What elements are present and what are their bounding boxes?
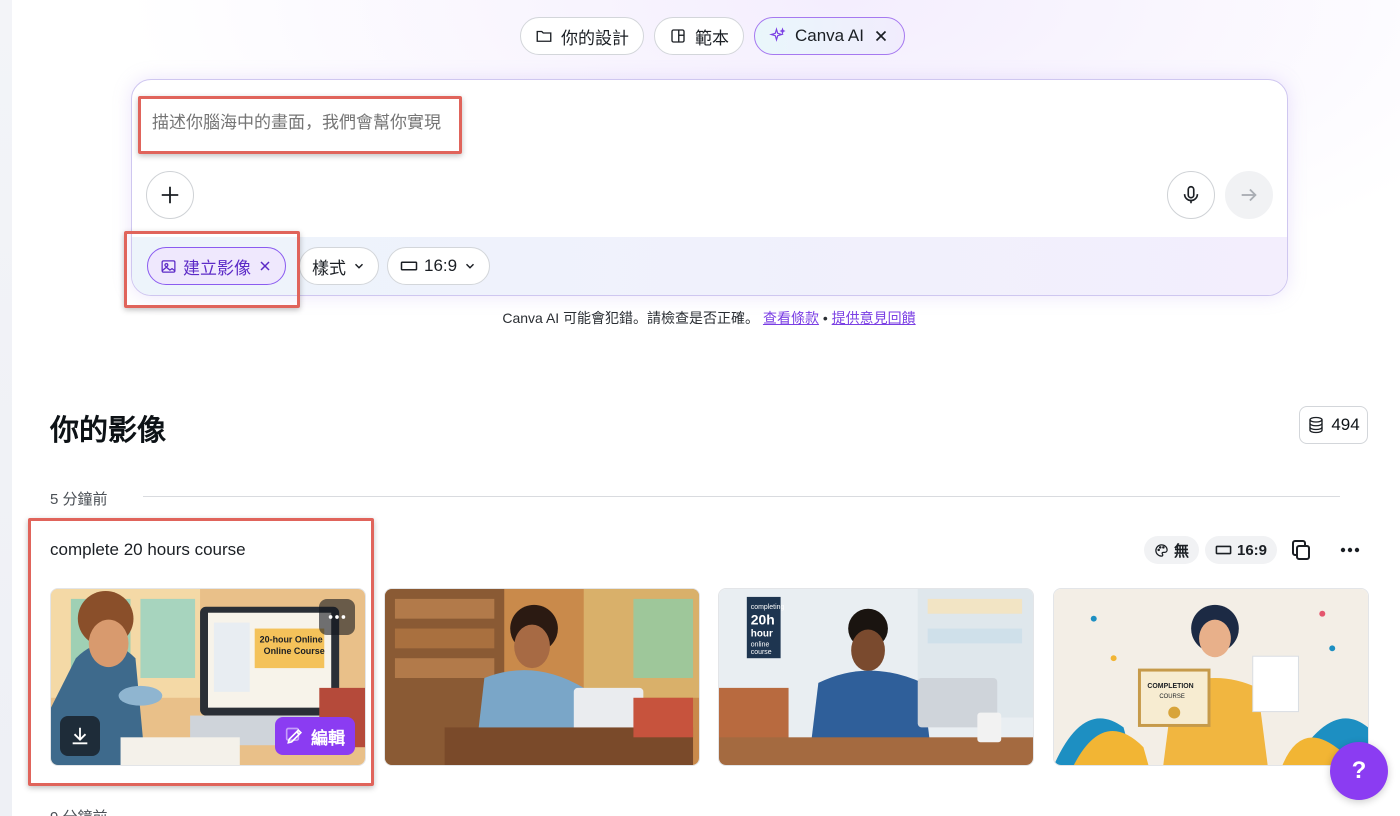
folder-icon (536, 30, 552, 42)
prompt-input[interactable] (152, 113, 852, 133)
tab-canva-ai-label: Canva AI (795, 26, 864, 45)
coins-icon (1309, 416, 1323, 434)
svg-text:COMPLETION: COMPLETION (1147, 683, 1193, 690)
disclaimer: Canva AI 可能會犯錯。請檢查是否正確。 查看條款 • 提供意見回饋 (0, 308, 1400, 328)
result-prompt-text: complete 20 hours course (50, 540, 246, 559)
style-dropdown[interactable]: 樣式 (299, 247, 379, 285)
ratio-badge: 16:9 (1205, 536, 1278, 564)
credits-count: 494 (1331, 415, 1360, 434)
download-icon (72, 727, 88, 745)
svg-text:course: course (751, 649, 772, 656)
terms-link[interactable]: 查看條款 (763, 310, 819, 326)
credits-badge[interactable]: 494 (1299, 406, 1368, 444)
result-image-1[interactable]: 20-hour Online Online Course 編輯 (50, 588, 366, 766)
chevron-down-icon (354, 263, 364, 269)
svg-text:online: online (751, 641, 770, 648)
copy-icon (1292, 540, 1310, 560)
close-icon[interactable] (257, 258, 273, 274)
style-label: 樣式 (312, 258, 346, 278)
divider (143, 496, 1340, 497)
edit-button[interactable]: 編輯 (275, 717, 355, 755)
time-label: 5 分鐘前 (50, 491, 108, 508)
template-icon (671, 29, 685, 43)
aspect-ratio-icon (400, 261, 418, 271)
svg-text:Online Course: Online Course (264, 646, 325, 656)
style-badge-label: 無 (1174, 542, 1190, 560)
tab-templates-label: 範本 (695, 28, 729, 48)
svg-text:completing: completing (751, 604, 785, 611)
create-image-label: 建立影像 (183, 258, 251, 278)
result-image-3[interactable]: completing 20h hour online course (718, 588, 1034, 766)
download-button[interactable] (60, 716, 100, 756)
woman-studying-illustration (385, 589, 699, 765)
disclaimer-separator: • (822, 310, 828, 326)
result-image-4[interactable]: COMPLETION COURSE (1053, 588, 1369, 766)
woman-certificate-illustration: COMPLETION COURSE (1054, 589, 1368, 765)
add-button[interactable] (146, 171, 194, 219)
pencil-icon (285, 727, 303, 744)
plus-icon (161, 186, 179, 204)
send-button[interactable] (1225, 171, 1273, 219)
left-edge (0, 0, 12, 816)
edit-label: 編輯 (311, 728, 345, 748)
ratio-badge-label: 16:9 (1237, 541, 1268, 559)
disclaimer-text: Canva AI 可能會犯錯。請檢查是否正確。 (502, 310, 760, 326)
image-icon (161, 259, 176, 273)
aspect-ratio-icon (1215, 545, 1232, 555)
ratio-dropdown[interactable]: 16:9 (387, 247, 491, 285)
copy-prompt-button[interactable] (1285, 534, 1317, 566)
microphone-icon (1183, 185, 1199, 204)
more-horizontal-icon (1340, 547, 1360, 553)
feedback-link[interactable]: 提供意見回饋 (832, 310, 916, 326)
next-time-label: 9 分鐘前 (50, 806, 108, 816)
more-horizontal-icon (328, 615, 346, 619)
svg-text:hour: hour (751, 628, 773, 639)
prompt-options-bar: 建立影像 樣式 16:9 (132, 237, 1287, 295)
palette-icon (1155, 543, 1168, 557)
svg-text:COURSE: COURSE (1159, 694, 1185, 700)
style-badge: 無 (1144, 536, 1200, 564)
tab-templates[interactable]: 範本 (654, 17, 744, 55)
sparkle-icon (769, 27, 786, 42)
image-more-button[interactable] (319, 599, 355, 635)
svg-text:20-hour Online: 20-hour Online (260, 634, 323, 644)
close-icon[interactable] (872, 27, 890, 45)
create-image-chip[interactable]: 建立影像 (147, 247, 286, 285)
more-options-button[interactable] (1334, 534, 1366, 566)
ratio-label: 16:9 (424, 256, 458, 275)
prompt-card: 建立影像 樣式 16:9 (131, 79, 1288, 296)
tab-canva-ai[interactable]: Canva AI (754, 17, 905, 55)
tab-your-designs-label: 你的設計 (561, 28, 629, 48)
chevron-down-icon (466, 263, 475, 269)
svg-text:20h: 20h (751, 612, 775, 628)
microphone-button[interactable] (1167, 171, 1215, 219)
result-image-2[interactable] (384, 588, 700, 766)
help-button[interactable]: ? (1330, 742, 1388, 800)
tab-your-designs[interactable]: 你的設計 (520, 17, 644, 55)
section-title: 你的影像 (50, 415, 167, 447)
top-tabs: 你的設計 範本 Canva AI (520, 17, 905, 57)
woman-desk-coffee-illustration: completing 20h hour online course (719, 589, 1033, 765)
arrow-right-icon (1241, 188, 1257, 202)
